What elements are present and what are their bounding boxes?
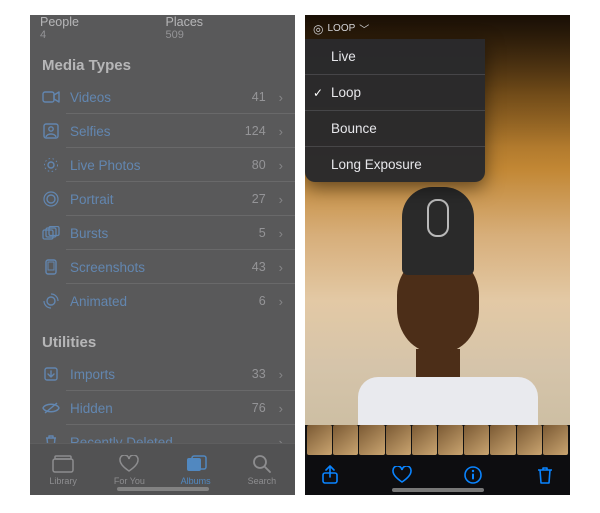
menu-item-label: Bounce <box>331 121 377 136</box>
home-indicator <box>117 487 209 491</box>
livephoto-icon <box>42 156 60 174</box>
menu-item-label: Live <box>331 49 356 64</box>
tab-for-you[interactable]: For You <box>96 454 162 486</box>
chevron-right-icon: › <box>279 124 283 139</box>
row-label: Animated <box>70 294 249 309</box>
list-row-imports[interactable]: Imports 33 › <box>30 357 295 391</box>
list-row-selfies[interactable]: Selfies 124 › <box>30 114 295 148</box>
list-row-portrait[interactable]: Portrait 27 › <box>30 182 295 216</box>
search-tab-icon <box>251 454 273 474</box>
heart-icon[interactable] <box>391 464 413 486</box>
tab-search[interactable]: Search <box>229 454 295 486</box>
menu-item-label: Long Exposure <box>331 157 422 172</box>
hidden-icon <box>42 399 60 417</box>
section-header-utilities: Utilities <box>30 318 295 357</box>
row-label: Screenshots <box>70 260 242 275</box>
trash-icon[interactable] <box>534 464 556 486</box>
mode-menu-item-bounce[interactable]: Bounce <box>305 110 485 146</box>
tab-label: Albums <box>181 476 211 486</box>
row-label: Videos <box>70 90 242 105</box>
chevron-right-icon: › <box>279 260 283 275</box>
row-label: Live Photos <box>70 158 242 173</box>
foryou-tab-icon <box>118 454 140 474</box>
row-count: 41 <box>252 90 266 104</box>
home-indicator <box>392 488 484 492</box>
album-count: 4 <box>40 29 160 41</box>
chevron-right-icon: › <box>279 90 283 105</box>
album-title: Places <box>166 15 286 29</box>
tab-library[interactable]: Library <box>30 454 96 486</box>
list-row-live-photos[interactable]: Live Photos 80 › <box>30 148 295 182</box>
mode-label: LOOP <box>327 23 355 34</box>
live-photo-icon: ◎ <box>313 23 323 35</box>
bursts-icon <box>42 224 60 242</box>
video-icon <box>42 88 60 106</box>
albums-tab-icon <box>185 454 207 474</box>
filmstrip[interactable] <box>305 425 570 455</box>
mode-menu-item-long-exposure[interactable]: Long Exposure <box>305 146 485 182</box>
list-row-bursts[interactable]: Bursts 5 › <box>30 216 295 250</box>
album-title: People <box>40 15 160 29</box>
row-label: Bursts <box>70 226 249 241</box>
row-count: 43 <box>252 260 266 274</box>
list-row-hidden[interactable]: Hidden 76 › <box>30 391 295 425</box>
share-icon[interactable] <box>319 464 341 486</box>
album-count: 509 <box>166 29 286 41</box>
tab-label: For You <box>114 476 145 486</box>
row-count: 80 <box>252 158 266 172</box>
photo-toolbar <box>305 455 570 495</box>
animated-icon <box>42 292 60 310</box>
row-count: 76 <box>252 401 266 415</box>
imports-icon <box>42 365 60 383</box>
row-label: Selfies <box>70 124 235 139</box>
photo-detail-screen: ◎ LOOP ﹀ Live ✓ Loop Bounce Long Exposure <box>305 15 570 495</box>
chevron-right-icon: › <box>279 294 283 309</box>
album-tile-places[interactable]: Places 509 <box>166 15 286 41</box>
chevron-right-icon: › <box>279 158 283 173</box>
list-row-screenshots[interactable]: Screenshots 43 › <box>30 250 295 284</box>
list-row-animated[interactable]: Animated 6 › <box>30 284 295 318</box>
tab-bar: Library For You Albums <box>30 443 295 495</box>
chevron-right-icon: › <box>279 192 283 207</box>
albums-screen: People 4 Places 509 Media Types Videos41… <box>30 15 295 495</box>
tab-label: Search <box>248 476 277 486</box>
row-count: 5 <box>259 226 266 240</box>
album-tile-people[interactable]: People 4 <box>40 15 160 41</box>
mode-menu-item-loop[interactable]: ✓ Loop <box>305 74 485 110</box>
chevron-down-icon: ﹀ <box>359 21 369 36</box>
row-count: 27 <box>252 192 266 206</box>
chevron-right-icon: › <box>279 367 283 382</box>
check-icon: ✓ <box>313 86 323 100</box>
selfie-icon <box>42 122 60 140</box>
live-photo-mode-pill[interactable]: ◎ LOOP ﹀ <box>313 21 369 36</box>
mode-menu-item-live[interactable]: Live <box>305 39 485 74</box>
screenshots-icon <box>42 258 60 276</box>
row-count: 6 <box>259 294 266 308</box>
chevron-right-icon: › <box>279 226 283 241</box>
row-label: Hidden <box>70 401 242 416</box>
menu-item-label: Loop <box>331 85 361 100</box>
live-photo-mode-menu: Live ✓ Loop Bounce Long Exposure <box>305 39 485 182</box>
row-count: 124 <box>245 124 266 138</box>
list-row-videos[interactable]: Videos 41 › <box>30 80 295 114</box>
tab-albums[interactable]: Albums <box>163 454 229 486</box>
tab-label: Library <box>49 476 77 486</box>
library-tab-icon <box>52 454 74 474</box>
row-count: 33 <box>252 367 266 381</box>
row-label: Imports <box>70 367 242 382</box>
portrait-icon <box>42 190 60 208</box>
row-label: Portrait <box>70 192 242 207</box>
section-header-media-types: Media Types <box>30 41 295 80</box>
chevron-right-icon: › <box>279 401 283 416</box>
info-icon[interactable] <box>462 464 484 486</box>
